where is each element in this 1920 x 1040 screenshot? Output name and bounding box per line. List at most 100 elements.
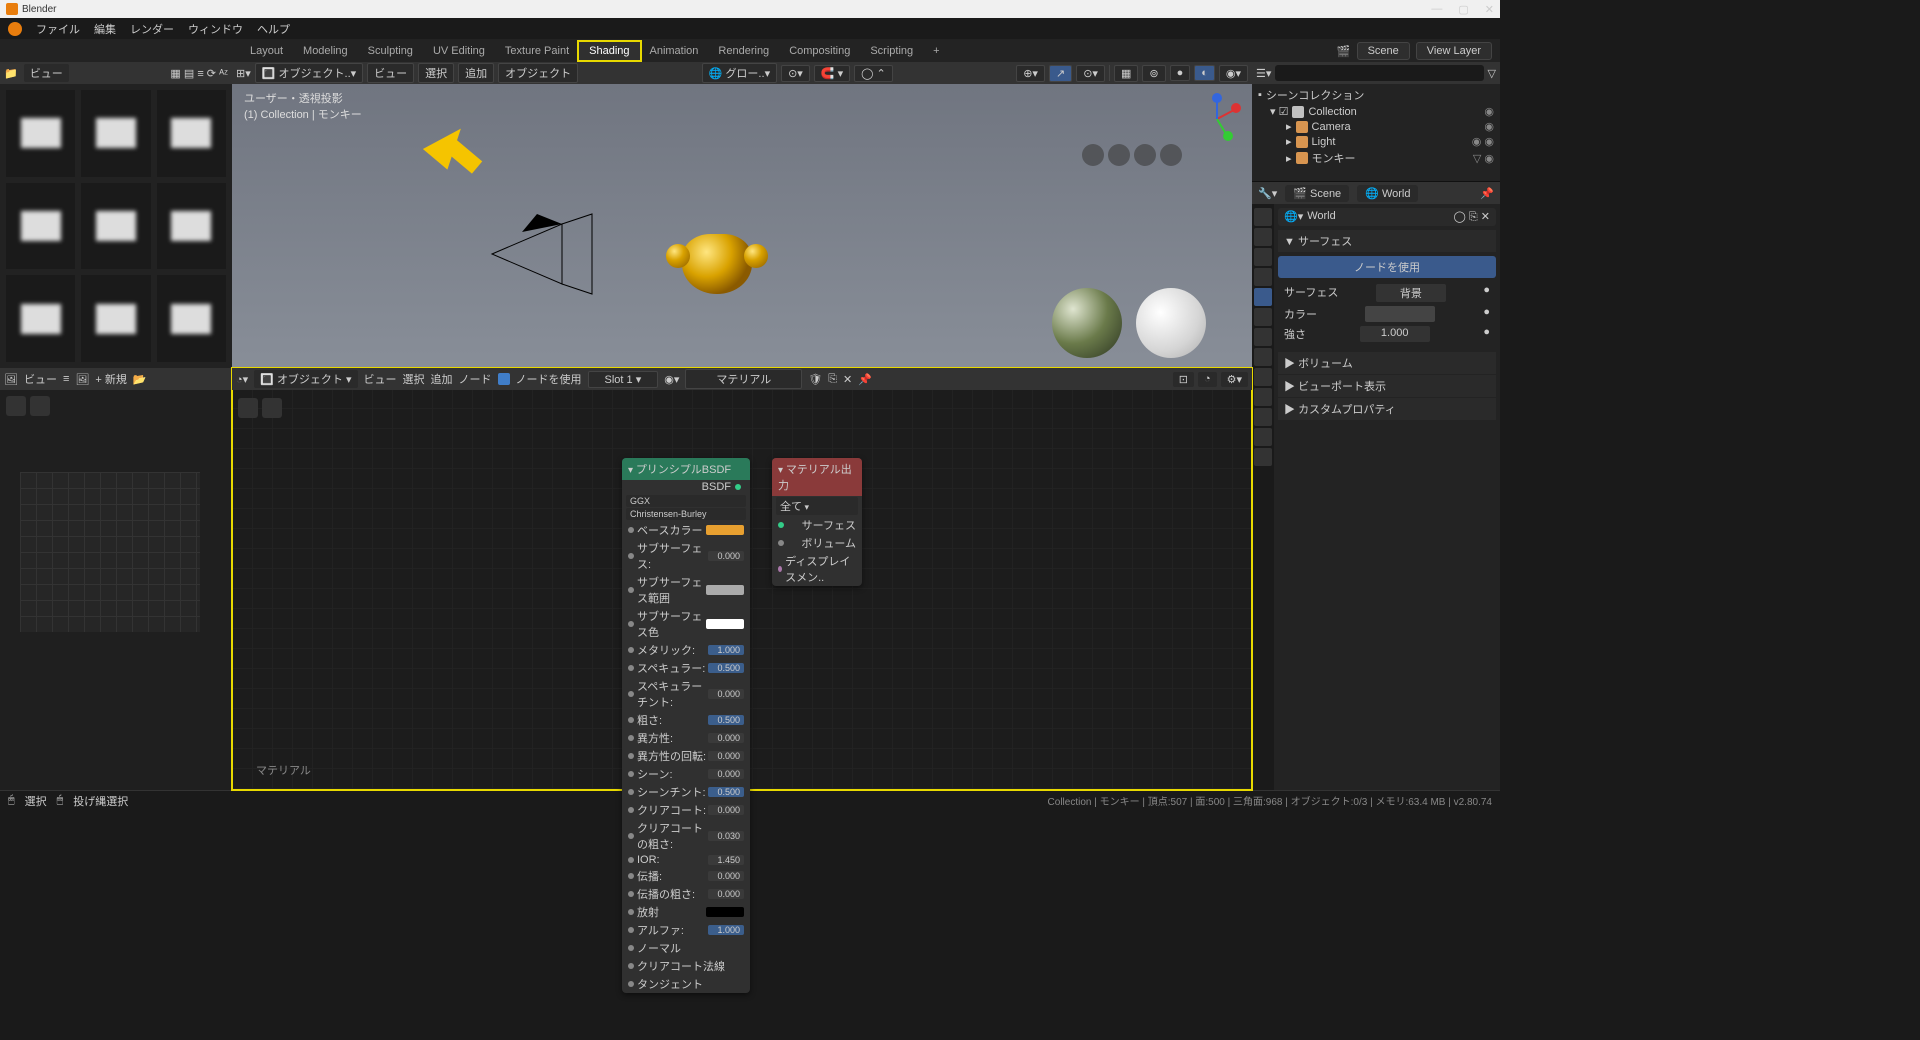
viewport-3d[interactable]: ユーザー・透視投影 (1) Collection | モンキー — [232, 84, 1252, 368]
slot-selector[interactable]: Slot 1 ▾ — [588, 371, 659, 388]
persp-icon[interactable] — [1160, 144, 1182, 166]
zoom-view-icon[interactable] — [1082, 144, 1104, 166]
fb-icons[interactable]: ▦ ▤ ≡ ⟳ ᴬᶻ — [170, 67, 228, 80]
node-title[interactable]: ▾ マテリアル出力 — [772, 458, 862, 496]
vp-view[interactable]: ビュー — [367, 63, 414, 83]
tab-layout[interactable]: Layout — [240, 42, 293, 60]
ptab-material[interactable] — [1254, 428, 1272, 446]
distribution[interactable]: GGX — [626, 495, 746, 507]
pan-icon[interactable] — [238, 398, 258, 418]
ptab-viewlayer[interactable] — [1254, 248, 1272, 266]
bsdf-input[interactable]: シーン:0.000 — [622, 765, 750, 783]
filter-icon[interactable]: ▽ — [1488, 67, 1496, 80]
bsdf-input[interactable]: 伝播:0.000 — [622, 867, 750, 885]
thumb[interactable] — [6, 275, 75, 362]
mat-pin-icon[interactable]: 📌 — [858, 373, 872, 386]
camera-object[interactable] — [492, 214, 592, 294]
menu-help[interactable]: ヘルプ — [257, 21, 290, 37]
bsdf-input[interactable]: 放射 — [622, 903, 750, 921]
axis-gizmo[interactable] — [1194, 96, 1240, 142]
ne-type-icon[interactable]: ◔▾ — [236, 373, 248, 386]
bsdf-input[interactable]: 異方性の回転:0.000 — [622, 747, 750, 765]
props-type-icon[interactable]: 🔧▾ — [1258, 187, 1277, 200]
node-principled-bsdf[interactable]: ▾ プリンシプルBSDF BSDF GGX Christensen-Burley… — [622, 458, 750, 993]
ne-opts-icon[interactable]: ⚙▾ — [1221, 372, 1248, 387]
bsdf-input[interactable]: メタリック:1.000 — [622, 641, 750, 659]
volume-header[interactable]: ▶ ボリューム — [1278, 352, 1496, 374]
sss-method[interactable]: Christensen-Burley — [626, 508, 746, 520]
transform-orient[interactable]: 🌐 グロー..▾ — [702, 63, 777, 83]
mat-copy-icon[interactable]: ⎘ — [828, 373, 837, 386]
pin-icon[interactable]: 📌 — [1480, 187, 1494, 200]
tab-compositing[interactable]: Compositing — [779, 42, 860, 60]
bsdf-input[interactable]: サブサーフェス色 — [622, 607, 750, 641]
close-icon[interactable]: ✕ — [1485, 3, 1494, 16]
surface-header[interactable]: ▼ サーフェス — [1278, 230, 1496, 252]
menu-file[interactable]: ファイル — [36, 21, 80, 37]
ptab-object[interactable] — [1254, 308, 1272, 326]
fb-view-menu[interactable]: ビュー — [24, 64, 69, 82]
shade-solid-icon[interactable]: ● — [1170, 65, 1191, 81]
overlay-icon[interactable]: ⊕▾ — [1016, 65, 1045, 82]
folder-icon[interactable]: 📁 — [4, 67, 18, 80]
node-material-output[interactable]: ▾ マテリアル出力 全て ▾ サーフェス ボリューム ディスプレイスメン.. — [772, 458, 862, 586]
custom-props-header[interactable]: ▶ カスタムプロパティ — [1278, 398, 1496, 420]
minimize-icon[interactable]: — — [1431, 3, 1442, 16]
bsdf-input[interactable]: 異方性:0.000 — [622, 729, 750, 747]
vp-object[interactable]: オブジェクト — [498, 63, 578, 83]
xray-icon[interactable]: ▦ — [1114, 65, 1138, 82]
thumb[interactable] — [81, 90, 150, 177]
tab-sculpting[interactable]: Sculpting — [358, 42, 423, 60]
shade-matprev-icon[interactable]: ◐ — [1194, 65, 1215, 81]
ne-add[interactable]: 追加 — [431, 371, 453, 387]
pivot-icon[interactable]: ⊙▾ — [781, 65, 810, 82]
ne-select[interactable]: 選択 — [403, 371, 425, 387]
zoom-icon[interactable] — [262, 398, 282, 418]
ptab-scene[interactable] — [1254, 268, 1272, 286]
bsdf-input[interactable]: 伝播の粗さ:0.000 — [622, 885, 750, 903]
menu-render[interactable]: レンダー — [130, 21, 174, 37]
ne-node[interactable]: ノード — [459, 371, 492, 387]
material-name[interactable]: マテリアル — [685, 369, 802, 389]
monkey-object[interactable] — [682, 234, 752, 294]
outliner-search[interactable] — [1275, 65, 1483, 81]
use-nodes-checkbox[interactable] — [498, 373, 510, 385]
bsdf-input[interactable]: IOR:1.450 — [622, 853, 750, 867]
bsdf-input[interactable]: サブサーフェス範囲 — [622, 573, 750, 607]
target[interactable]: 全て ▾ — [776, 497, 858, 515]
bsdf-input[interactable]: スペキュラーチント:0.000 — [622, 677, 750, 711]
bsdf-input[interactable]: タンジェント — [622, 975, 750, 993]
menu-window[interactable]: ウィンドウ — [188, 21, 243, 37]
snap-icon[interactable]: 🧲 ▾ — [814, 65, 850, 82]
ctx-scene[interactable]: 🎬 Scene — [1285, 185, 1349, 202]
proportional-icon[interactable]: ◯ ⌃ — [854, 65, 893, 82]
bsdf-input[interactable]: サブサーフェス:0.000 — [622, 539, 750, 573]
tab-rendering[interactable]: Rendering — [708, 42, 779, 60]
ptab-output[interactable] — [1254, 228, 1272, 246]
ie-open-icon[interactable]: 📂 — [133, 373, 147, 386]
tab-texpaint[interactable]: Texture Paint — [495, 42, 579, 60]
mat-unlink-icon[interactable]: ✕ — [843, 373, 852, 386]
tab-uv[interactable]: UV Editing — [423, 42, 495, 60]
shade-wire-icon[interactable]: ⊚ — [1142, 65, 1165, 82]
scene-collection[interactable]: ▪シーンコレクション — [1258, 86, 1494, 104]
image-canvas[interactable] — [20, 472, 200, 632]
overlay2-icon[interactable]: ⊙▾ — [1076, 65, 1105, 82]
maximize-icon[interactable]: ▢ — [1458, 3, 1468, 16]
item-camera[interactable]: ▸Camera◉ — [1258, 119, 1494, 134]
color-value[interactable] — [1365, 306, 1435, 322]
tab-modeling[interactable]: Modeling — [293, 42, 358, 60]
editor-type-icon[interactable]: ⊞▾ — [236, 67, 251, 80]
image-editor-icon[interactable]: 🖼 — [4, 373, 18, 386]
item-light[interactable]: ▸Light◉ ◉ — [1258, 134, 1494, 149]
ie-browse-icon[interactable]: 🖼 — [75, 373, 89, 386]
ptab-particles[interactable] — [1254, 348, 1272, 366]
bsdf-input[interactable]: クリアコート法線 — [622, 957, 750, 975]
ptab-modifier[interactable] — [1254, 328, 1272, 346]
pan-icon[interactable] — [6, 396, 26, 416]
bsdf-input[interactable]: 粗さ:0.500 — [622, 711, 750, 729]
ctx-world[interactable]: 🌐 World — [1357, 185, 1418, 202]
thumb[interactable] — [157, 90, 226, 177]
ie-list-icon[interactable]: ≡ — [63, 373, 69, 385]
tab-scripting[interactable]: Scripting — [860, 42, 923, 60]
